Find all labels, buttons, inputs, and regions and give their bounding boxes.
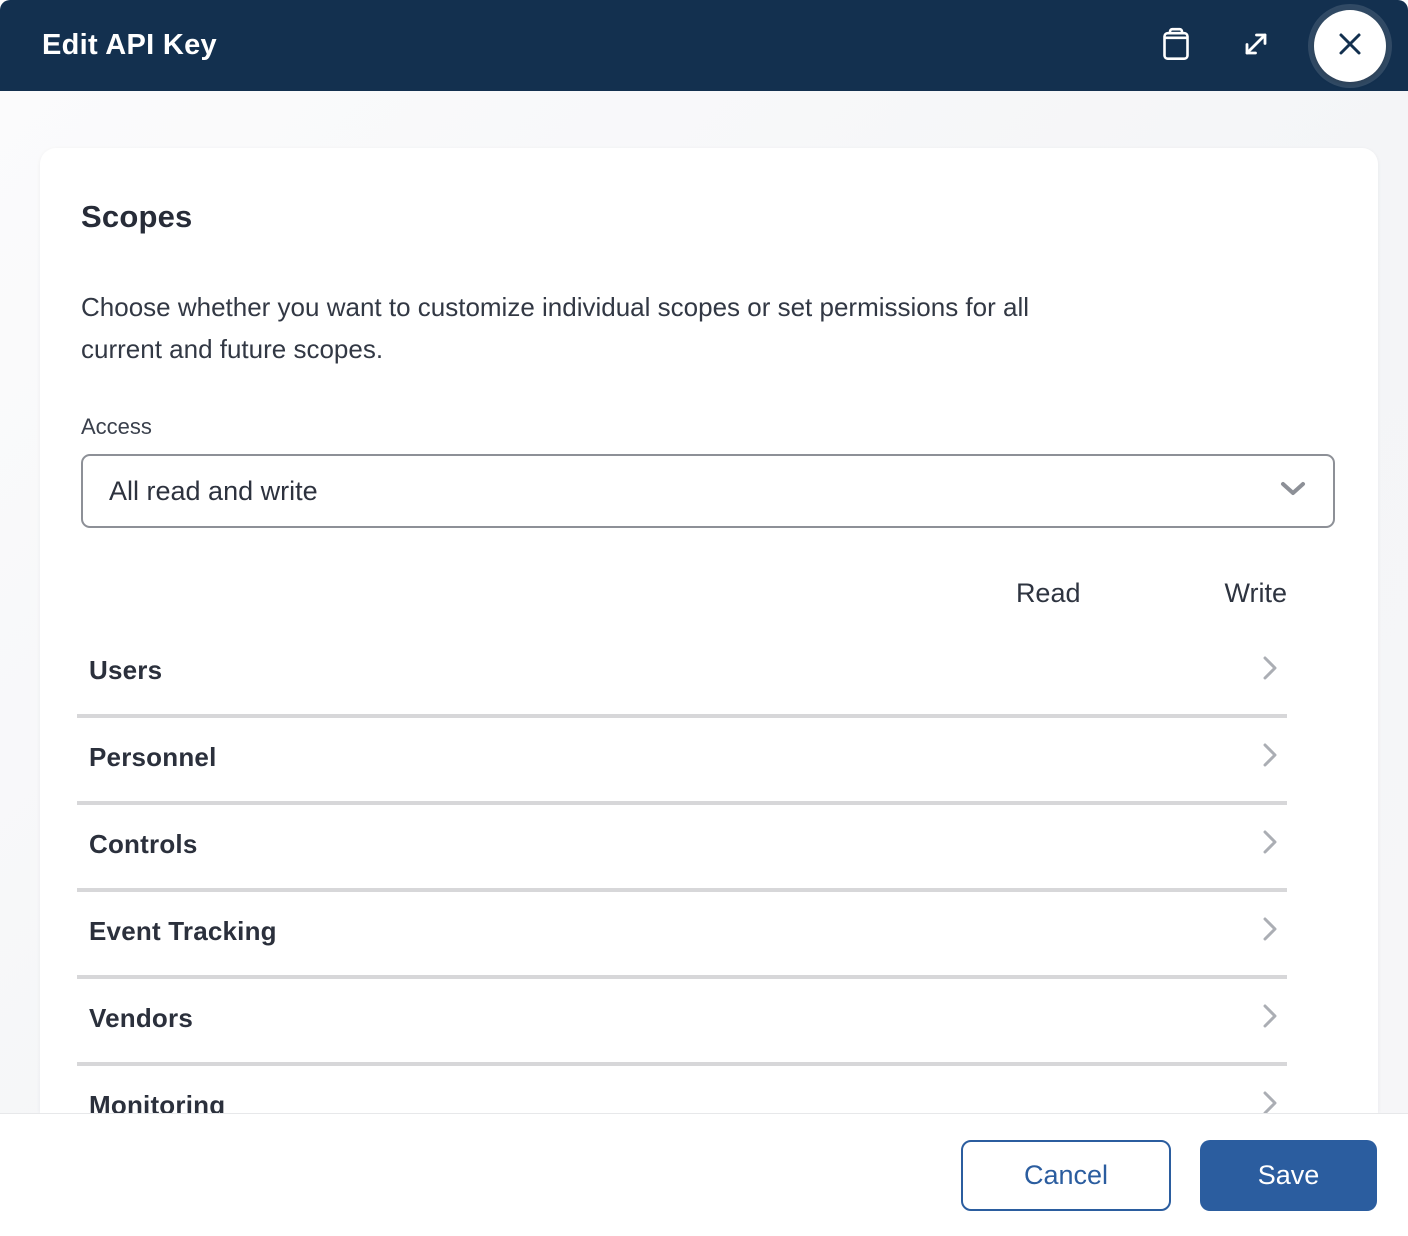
scope-row-event-tracking[interactable]: Event Tracking (77, 892, 1287, 979)
scope-row-vendors[interactable]: Vendors (77, 979, 1287, 1066)
chevron-right-icon (1261, 655, 1279, 686)
read-column-header: Read (1016, 578, 1081, 609)
scopes-card: Scopes Choose whether you want to custom… (40, 148, 1378, 1113)
scope-row-users[interactable]: Users (77, 631, 1287, 718)
write-column-header: Write (1224, 578, 1287, 609)
scope-row-personnel[interactable]: Personnel (77, 718, 1287, 805)
scope-row-label: Monitoring (89, 1090, 225, 1113)
chevron-right-icon (1261, 1090, 1279, 1113)
edit-api-key-modal: Edit API Key (0, 0, 1408, 1236)
modal-title: Edit API Key (42, 29, 1154, 62)
access-select-value: All read and write (109, 476, 318, 507)
modal-footer: Cancel Save (0, 1113, 1408, 1236)
scopes-description: Choose whether you want to customize ind… (81, 286, 1335, 370)
close-button[interactable] (1314, 10, 1386, 82)
expand-button[interactable] (1234, 24, 1278, 68)
delete-button[interactable] (1154, 24, 1198, 68)
description-line-1: Choose whether you want to customize ind… (81, 292, 1029, 322)
scope-row-monitoring[interactable]: Monitoring (77, 1066, 1287, 1113)
scope-row-label: Vendors (89, 1003, 193, 1034)
access-select[interactable]: All read and write (81, 454, 1335, 528)
scopes-heading: Scopes (81, 198, 1335, 236)
cancel-button[interactable]: Cancel (961, 1140, 1171, 1211)
chevron-right-icon (1261, 916, 1279, 947)
description-line-2: current and future scopes. (81, 334, 383, 364)
scope-row-label: Event Tracking (89, 916, 277, 947)
modal-body: Scopes Choose whether you want to custom… (0, 91, 1408, 1113)
chevron-right-icon (1261, 1003, 1279, 1034)
permissions-table-header: Read Write (77, 578, 1287, 631)
scope-row-label: Personnel (89, 742, 217, 773)
trash-icon (1161, 27, 1191, 64)
access-label: Access (81, 414, 1335, 440)
chevron-right-icon (1261, 829, 1279, 860)
chevron-right-icon (1261, 742, 1279, 773)
modal-header: Edit API Key (0, 0, 1408, 91)
chevron-down-icon (1279, 480, 1307, 503)
scope-row-controls[interactable]: Controls (77, 805, 1287, 892)
x-icon (1335, 29, 1365, 62)
scope-row-label: Controls (89, 829, 197, 860)
scope-row-label: Users (89, 655, 162, 686)
save-button[interactable]: Save (1200, 1140, 1377, 1211)
header-actions (1154, 10, 1386, 82)
permissions-table: Read Write Users Personnel Contro (77, 578, 1287, 1113)
expand-diagonal-icon (1241, 29, 1271, 62)
